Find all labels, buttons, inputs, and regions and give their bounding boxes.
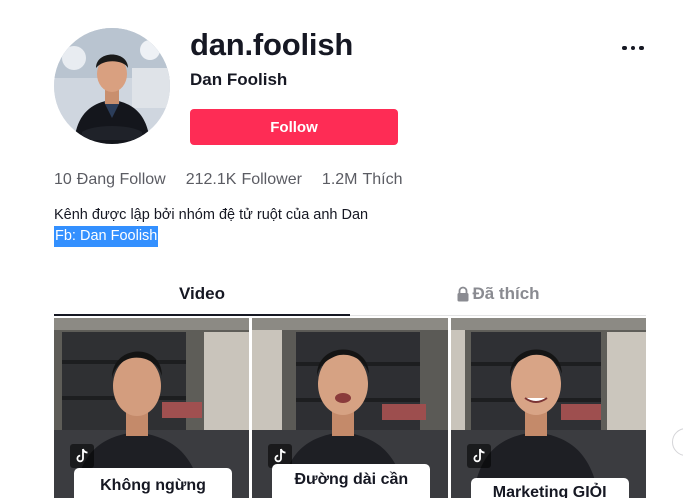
likes-label: Thích [362,171,403,188]
video-caption: Không ngừng [74,468,232,498]
lock-icon [457,286,469,302]
profile-username: dan.foolish [190,27,354,62]
video-caption: Đường dài cần [272,464,431,498]
followers-count[interactable]: 212.1K Follower [186,171,302,189]
tab-video-label: Video [179,284,225,303]
avatar-image [54,28,170,144]
video-thumbnail-image [450,318,646,498]
tab-active-underline [54,314,350,316]
following-number: 10 [54,171,72,188]
more-options-button[interactable] [616,38,650,58]
profile-nickname: Dan Foolish [190,70,288,89]
following-label: Đang Follow [76,171,166,188]
tab-liked[interactable]: Đã thích [350,272,646,316]
tiktok-logo-icon [70,444,94,468]
bio-text: Kênh được lập bởi nhóm đệ tử ruột của an… [54,207,369,223]
tab-video[interactable]: Video [54,272,350,316]
likes-count: 1.2M Thích [322,171,403,189]
followers-label: Follower [241,171,302,188]
tab-liked-label: Đã thích [472,284,540,303]
video-grid: Không ngừng Đường dài cần Marketing GIỎI [54,318,646,498]
followers-number: 212.1K [185,171,237,188]
likes-number: 1.2M [321,171,358,188]
follow-button[interactable]: Follow [190,109,398,145]
profile-stats: 10 Đang Follow 212.1K Follower 1.2M Thíc… [54,171,423,189]
profile-tabs: Video Đã thích [54,272,646,316]
following-count[interactable]: 10 Đang Follow [54,171,166,189]
video-thumbnail[interactable]: Đường dài cần [252,318,448,498]
bio-link[interactable]: Fb: Dan Foolish [54,226,159,247]
video-thumbnail[interactable]: Marketing GIỎI [450,318,646,498]
profile-avatar[interactable] [54,28,170,144]
scroll-right-button[interactable] [672,428,683,456]
video-caption: Marketing GIỎI [470,478,629,498]
video-thumbnail[interactable]: Không ngừng [54,318,250,498]
profile-bio: Kênh được lập bởi nhóm đệ tử ruột của an… [54,205,368,247]
tiktok-logo-icon [466,444,491,468]
